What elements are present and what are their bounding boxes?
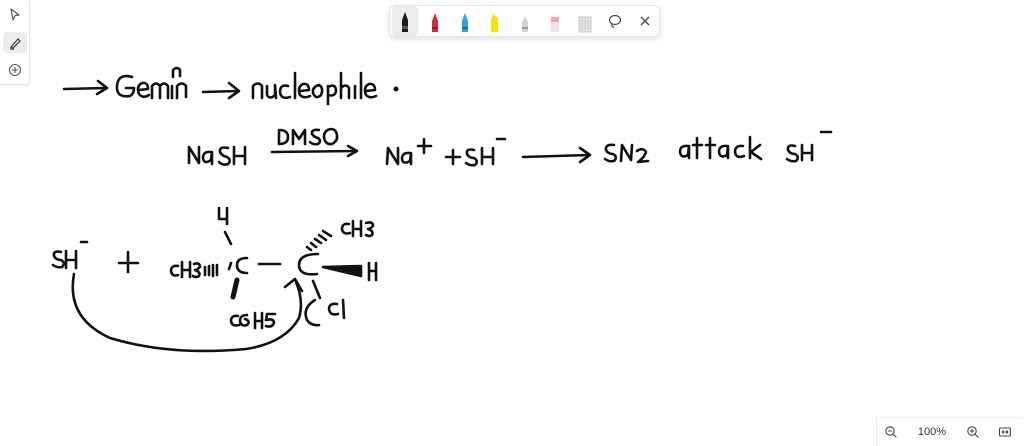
add-button[interactable] [3, 59, 27, 81]
pink-highlighter-button[interactable] [542, 6, 568, 36]
pen-toolbar [389, 5, 660, 37]
close-pen-toolbar-button[interactable] [633, 9, 657, 33]
select-arrow-button[interactable] [3, 4, 27, 26]
zoom-level: 100% [917, 426, 947, 438]
red-pen-icon [432, 13, 438, 32]
zoom-controls: 100% [876, 417, 1023, 446]
pink-highlighter-icon [551, 17, 559, 32]
ink-mechanism [51, 206, 378, 353]
gray-pen-button[interactable] [512, 6, 538, 36]
red-pen-button[interactable] [422, 6, 448, 36]
yellow-highlighter-icon [491, 14, 498, 32]
zoom-out-icon [885, 426, 897, 438]
gray-highlighter-icon [578, 16, 592, 33]
black-pen-button[interactable] [392, 6, 418, 36]
pen-icon [9, 37, 21, 50]
zoom-in-button[interactable] [961, 420, 985, 444]
ink-pen-button[interactable] [2, 31, 27, 54]
fit-width-icon [998, 427, 1012, 437]
left-toolbar [0, 0, 30, 85]
lasso-icon [608, 14, 622, 28]
gray-highlighter-button[interactable] [572, 6, 598, 36]
close-icon [640, 16, 650, 26]
fit-to-width-button[interactable] [993, 420, 1017, 444]
plus-circle-icon [8, 64, 21, 77]
black-pen-icon [402, 12, 408, 32]
blue-pen-icon [462, 13, 468, 32]
zoom-in-icon [967, 426, 979, 438]
lasso-select-button[interactable] [603, 9, 627, 33]
yellow-highlighter-button[interactable] [482, 6, 508, 36]
blue-pen-button[interactable] [452, 6, 478, 36]
ink-line-1 [62, 66, 399, 106]
cursor-arrow-icon [9, 8, 20, 21]
zoom-out-button[interactable] [879, 420, 903, 444]
gray-pen-icon [522, 16, 528, 32]
ink-line-2 [187, 127, 833, 167]
ink-canvas [51, 66, 833, 353]
